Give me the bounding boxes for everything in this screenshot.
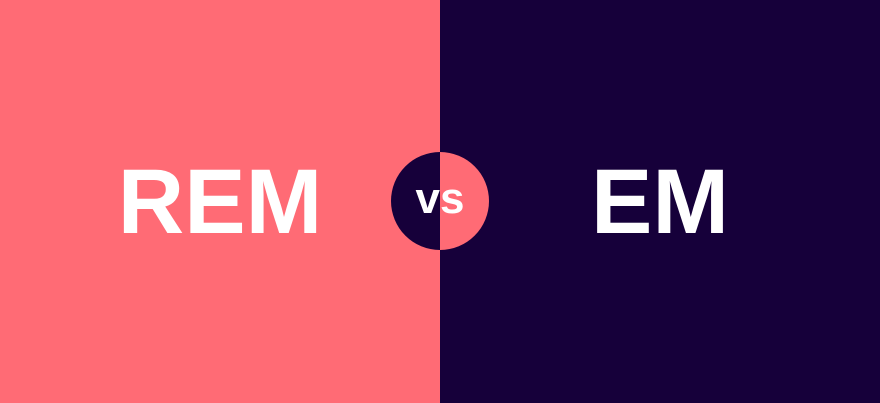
vs-badge: vs xyxy=(391,152,489,250)
rem-title: REM xyxy=(117,150,323,253)
vs-label: vs xyxy=(415,174,465,223)
em-title: EM xyxy=(591,150,729,253)
